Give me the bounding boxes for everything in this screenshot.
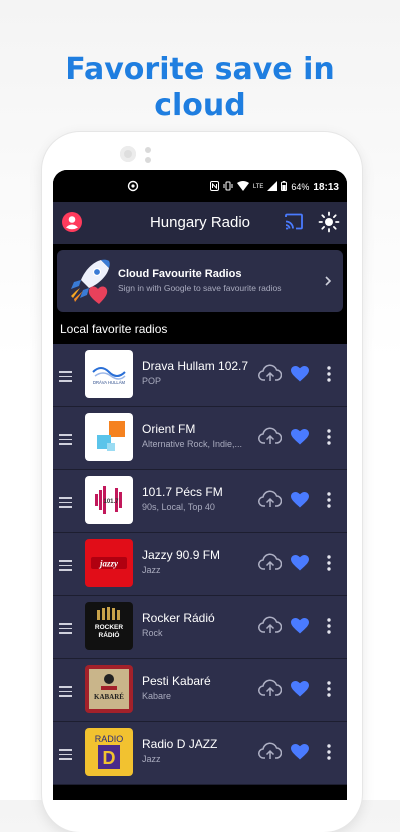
station-genre: Jazz [142, 565, 161, 575]
vibrate-icon [223, 181, 233, 193]
radiod-logo-top: RADIO [95, 734, 124, 744]
network-label: LTE [252, 184, 264, 190]
rocket-icon [61, 254, 117, 313]
drag-handle-icon[interactable] [59, 371, 72, 385]
station-logo-radiod: RADIO D [85, 728, 133, 776]
cloud-upload-icon[interactable] [258, 363, 283, 388]
station-logo-jazzy: jazzy [85, 539, 133, 587]
station-genre: Jazz [142, 754, 161, 764]
chevron-right-icon [323, 274, 333, 292]
list-item[interactable]: RADIO D Radio D JAZZ Jazz [53, 722, 347, 785]
station-genre: Kabare [142, 691, 172, 701]
radiod-logo-letter: D [103, 748, 116, 768]
drag-handle-icon[interactable] [59, 497, 72, 511]
promo-line-1: Favorite save in [65, 52, 335, 87]
more-vert-icon[interactable] [327, 681, 331, 702]
more-vert-icon[interactable] [327, 618, 331, 639]
cloud-upload-icon[interactable] [258, 426, 283, 451]
list-item[interactable]: DRÁVA HULLÁM Drava Hullam 102.7 POP [53, 344, 347, 407]
sensor-dot [145, 147, 151, 153]
heart-icon[interactable] [291, 492, 309, 513]
cast-icon[interactable] [284, 213, 304, 236]
cloud-card-subtitle: Sign in with Google to save favourite ra… [118, 283, 282, 293]
more-vert-icon[interactable] [327, 492, 331, 513]
cloud-card-title: Cloud Favourite Radios [118, 268, 242, 280]
more-vert-icon[interactable] [327, 429, 331, 450]
station-name: Orient FM [142, 422, 196, 436]
heart-icon[interactable] [291, 366, 309, 387]
phone-screen: LTE 64% 18:13 Hungary Radio Cloud Favour… [53, 170, 347, 800]
kabare-logo-text: KABARÉ [94, 693, 124, 701]
rocker-logo-text: ROCKER RÁDIÓ [94, 624, 124, 639]
app-bar: Hungary Radio [53, 202, 347, 244]
drag-handle-icon[interactable] [59, 686, 72, 700]
station-genre: Rock [142, 628, 163, 638]
favorite-radio-list: DRÁVA HULLÁM Drava Hullam 102.7 POP Orie… [53, 344, 347, 785]
cloud-upload-icon[interactable] [258, 741, 283, 766]
heart-icon[interactable] [291, 555, 309, 576]
status-bar: LTE 64% 18:13 [53, 170, 347, 202]
list-item[interactable]: ROCKER RÁDIÓ Rocker Rádió Rock [53, 596, 347, 659]
cloud-upload-icon[interactable] [258, 678, 283, 703]
battery-percent: 64% [291, 182, 310, 192]
drava-logo-text: DRÁVA HULLÁM [93, 380, 126, 385]
heart-icon[interactable] [291, 618, 309, 639]
station-logo-pecs: 101.7 [85, 476, 133, 524]
notification-icon [127, 180, 139, 194]
signal-icon [267, 181, 278, 193]
battery-icon [281, 181, 288, 193]
station-logo-kabare: KABARÉ [85, 665, 133, 713]
station-name: Radio D JAZZ [142, 737, 218, 751]
promo-line-2: cloud [154, 88, 246, 123]
station-genre: Alternative Rock, Indie,... [142, 439, 243, 449]
pecs-logo-text: 101.7 [103, 499, 119, 505]
nfc-icon [209, 181, 219, 193]
station-logo-orient [85, 413, 133, 461]
list-item[interactable]: KABARÉ Pesti Kabaré Kabare [53, 659, 347, 722]
cloud-upload-icon[interactable] [258, 615, 283, 640]
list-item[interactable]: Orient FM Alternative Rock, Indie,... [53, 407, 347, 470]
jazzy-logo-text: jazzy [98, 559, 119, 569]
heart-icon[interactable] [291, 744, 309, 765]
section-title: Local favorite radios [60, 322, 168, 336]
more-vert-icon[interactable] [327, 366, 331, 387]
station-name: Rocker Rádió [142, 611, 215, 625]
heart-icon[interactable] [291, 429, 309, 450]
drag-handle-icon[interactable] [59, 623, 72, 637]
station-name: 101.7 Pécs FM [142, 485, 223, 499]
front-camera [120, 146, 136, 162]
more-vert-icon[interactable] [327, 744, 331, 765]
cloud-upload-icon[interactable] [258, 552, 283, 577]
station-genre: POP [142, 376, 162, 386]
drag-handle-icon[interactable] [59, 749, 72, 763]
clock: 18:13 [313, 181, 339, 193]
promo-headline: Favorite save in cloud [0, 52, 400, 124]
station-logo-rocker: ROCKER RÁDIÓ [85, 602, 133, 650]
theme-icon[interactable] [318, 211, 340, 238]
cloud-upload-icon[interactable] [258, 489, 283, 514]
station-name: Drava Hullam 102.7 [142, 359, 249, 373]
station-logo-drava: DRÁVA HULLÁM [85, 350, 133, 398]
heart-icon[interactable] [291, 681, 309, 702]
wifi-icon [236, 181, 249, 193]
drag-handle-icon[interactable] [59, 434, 72, 448]
drag-handle-icon[interactable] [59, 560, 72, 574]
list-item[interactable]: 101.7 101.7 Pécs FM 90s, Local, Top 40 [53, 470, 347, 533]
cloud-favourites-card[interactable]: Cloud Favourite Radios Sign in with Goog… [57, 250, 343, 312]
list-item[interactable]: jazzy Jazzy 90.9 FM Jazz [53, 533, 347, 596]
sensor-dot [145, 157, 151, 163]
station-genre: 90s, Local, Top 40 [142, 502, 215, 512]
station-name: Pesti Kabaré [142, 674, 211, 688]
more-vert-icon[interactable] [327, 555, 331, 576]
station-name: Jazzy 90.9 FM [142, 548, 221, 562]
